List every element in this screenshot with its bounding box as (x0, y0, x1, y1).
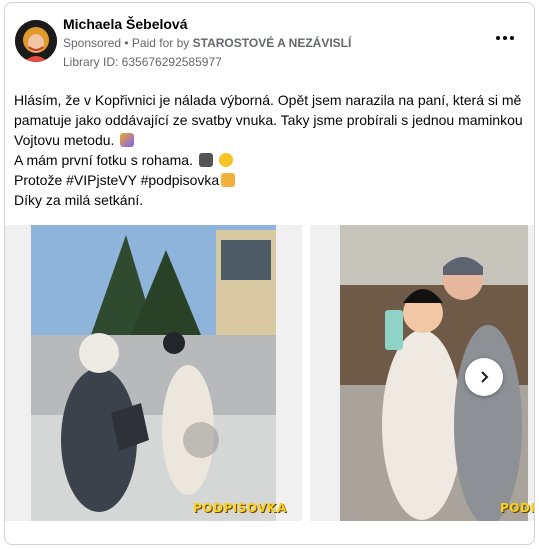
chevron-right-icon (481, 371, 489, 383)
author-name[interactable]: Michaela Šebelová (63, 16, 188, 32)
family-emoji-icon (120, 133, 135, 147)
sponsored-line: Sponsored • Paid for by STAROSTOVÉ A NEZ… (63, 36, 351, 50)
post-text-line-4: A mám první fotku s rohama. (14, 150, 529, 170)
sticker-text-1: PODPISOVKA (193, 501, 287, 515)
image-carousel[interactable]: PODPISOVKA PODPI (5, 225, 534, 525)
carousel-next-button[interactable] (465, 358, 503, 396)
avatar-portrait-icon (15, 20, 57, 62)
library-id: Library ID: 635676292585977 (63, 55, 222, 69)
sticker-text-2: PODPI (500, 501, 534, 515)
ad-post-card: Michaela Šebelová Sponsored • Paid for b… (4, 2, 535, 545)
ellipsis-icon (496, 36, 500, 40)
post-text-line: Díky za milá setkání. (14, 192, 144, 208)
post-text-line: pamatuje jako oddávající ze svatby vnuka… (14, 112, 523, 128)
paid-for-by[interactable]: STAROSTOVÉ A NEZÁVISLÍ (193, 36, 352, 50)
more-options-button[interactable] (493, 31, 517, 45)
post-text-line-3: Vojtovu metodu. (14, 130, 529, 150)
smile-emoji-icon (218, 153, 233, 167)
camera-emoji-icon (198, 153, 213, 167)
post-text-line-5: Protože #VIPjsteVY #podpisovka (14, 170, 529, 190)
paid-for-prefix: • Paid for by (124, 36, 190, 50)
writing-hand-emoji-icon (221, 173, 236, 187)
carousel-slide-1[interactable]: PODPISOVKA (5, 225, 302, 521)
author-avatar[interactable] (15, 20, 57, 62)
post-text-line: Hlásím, že v Kopřivnici je nálada výborn… (14, 92, 522, 108)
post-text: Hlásím, že v Kopřivnici je nálada výborn… (14, 90, 529, 210)
sponsored-label: Sponsored (63, 36, 122, 50)
street-photo-image (31, 225, 276, 521)
